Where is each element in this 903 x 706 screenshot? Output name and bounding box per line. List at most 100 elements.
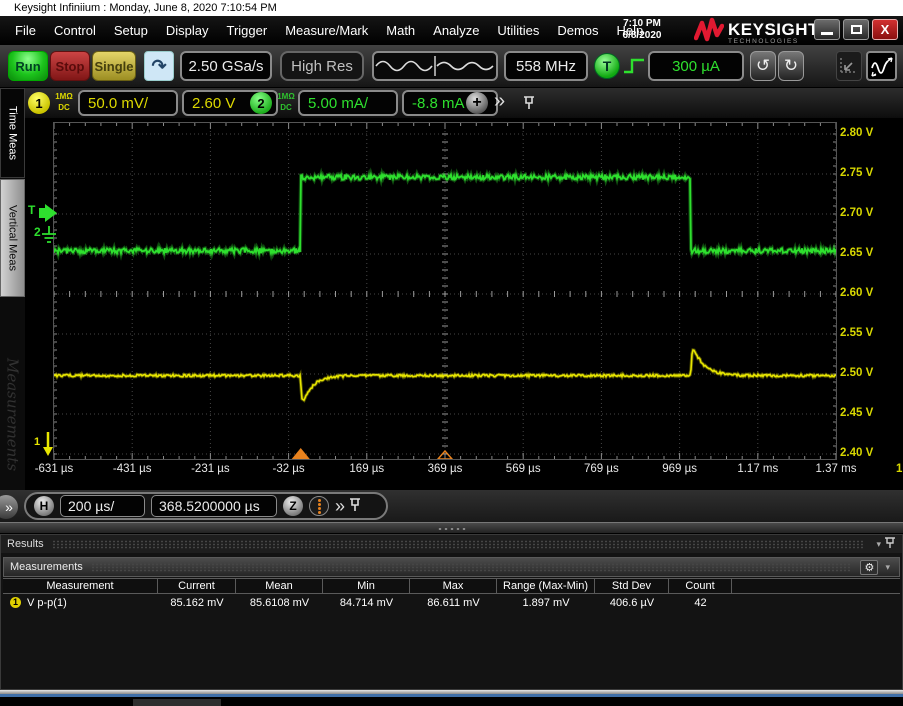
window-titlebar[interactable]: Keysight Infiniium : Monday, June 8, 202…: [0, 0, 903, 16]
svg-text:T: T: [28, 203, 36, 217]
brand-name: KEYSIGHT: [728, 19, 819, 39]
results-title: Results: [7, 538, 44, 550]
col-stddev[interactable]: Std Dev: [595, 579, 669, 593]
table-header-row: Measurement Current Mean Min Max Range (…: [3, 578, 900, 594]
touch-mode-button[interactable]: ↷: [144, 51, 174, 81]
voltage-tick-label: 2.60 V: [840, 286, 874, 299]
left-sidebar: Time Meas Vertical Meas Measurements: [0, 88, 25, 522]
window-title: Keysight Infiniium : Monday, June 8, 202…: [14, 2, 277, 14]
col-count[interactable]: Count: [669, 579, 732, 593]
pin-horizontal-icon[interactable]: [348, 495, 362, 518]
trigger-badge[interactable]: T: [594, 53, 620, 79]
count-value-cell: 42: [694, 596, 707, 609]
horizontal-badge[interactable]: H: [34, 496, 54, 516]
time-tick-label: -231 µs: [191, 463, 230, 475]
ch1-ground-marker[interactable]: 1: [33, 430, 59, 463]
stop-button[interactable]: Stop: [50, 51, 90, 81]
add-waveform-button[interactable]: +: [466, 92, 488, 114]
expand-toolbar-button[interactable]: »: [0, 495, 18, 519]
current-value-cell: 85.162 mV: [170, 596, 224, 609]
zoom-badge[interactable]: Z: [283, 496, 303, 516]
trigger-level-display[interactable]: 300 µA: [648, 51, 744, 81]
col-mean[interactable]: Mean: [236, 579, 323, 593]
maximize-button[interactable]: [843, 19, 869, 40]
measurements-caret-icon[interactable]: ▾: [885, 562, 890, 573]
acquisition-mode-button[interactable]: High Res: [280, 51, 364, 81]
acquisition-toolbar: Run Stop Single ↷ 2.50 GSa/s High Res 55…: [0, 45, 903, 88]
channel-2-coupling[interactable]: 1MΩ DC: [274, 91, 298, 113]
col-max[interactable]: Max: [410, 579, 497, 593]
menu-item-math[interactable]: Math: [377, 23, 424, 38]
range-value-cell: 1.897 mV: [522, 596, 570, 609]
marker-dots-button[interactable]: [309, 496, 329, 516]
scope-plot[interactable]: [52, 122, 838, 460]
time-tick-label: -431 µs: [112, 463, 152, 475]
menu-item-trigger[interactable]: Trigger: [217, 23, 276, 38]
voltage-tick-label: 2.65 V: [840, 246, 874, 259]
menu-bar: File Control Setup Display Trigger Measu…: [0, 16, 903, 45]
time-tick-label: 1.37 ms: [815, 463, 857, 475]
ch2-trigger-level-marker[interactable]: T 2: [27, 200, 59, 257]
menu-item-file[interactable]: File: [6, 23, 45, 38]
results-caret-icon[interactable]: ▾: [876, 539, 881, 550]
zoom-region-button[interactable]: [836, 51, 862, 81]
channel-1-scale-display[interactable]: 50.0 mV/: [78, 90, 178, 116]
menu-item-measure-mark[interactable]: Measure/Mark: [276, 23, 377, 38]
pin-toolbar-icon[interactable]: [522, 94, 536, 117]
frequency-counter-display[interactable]: 558 MHz: [504, 51, 588, 81]
redo-icon: ↻: [783, 56, 799, 75]
single-button[interactable]: Single: [92, 51, 136, 81]
measurements-header[interactable]: Measurements ⚙ ▾: [3, 557, 900, 577]
taskbar-button[interactable]: [133, 699, 221, 706]
maximize-icon: [850, 25, 862, 34]
results-header[interactable]: Results ▾: [1, 535, 902, 553]
run-button[interactable]: Run: [8, 51, 48, 81]
tab-vertical-meas[interactable]: Vertical Meas: [0, 179, 25, 297]
close-icon: X: [880, 22, 890, 37]
horizontal-position-display[interactable]: 368.5200000 µs: [151, 495, 277, 517]
channel-1-coupling[interactable]: 1MΩ DC: [52, 91, 76, 113]
table-row[interactable]: 1 V p-p(1) 85.162 mV 85.6108 mV 84.714 m…: [3, 594, 900, 611]
menu-item-analyze[interactable]: Analyze: [424, 23, 488, 38]
col-measurement[interactable]: Measurement: [3, 579, 158, 593]
pin-results-icon[interactable]: [884, 535, 896, 553]
undo-button[interactable]: ↺: [750, 51, 776, 81]
minimize-button[interactable]: [814, 19, 840, 40]
menu-item-demos[interactable]: Demos: [548, 23, 607, 38]
trigger-edge-icon[interactable]: [622, 53, 646, 79]
menu-item-display[interactable]: Display: [157, 23, 218, 38]
close-button[interactable]: X: [872, 19, 898, 40]
clock-display[interactable]: 7:10 PM 6/8/2020: [603, 18, 681, 42]
panel-splitter[interactable]: [0, 522, 903, 534]
measurements-table: Measurement Current Mean Min Max Range (…: [3, 578, 900, 611]
channel-2-badge[interactable]: 2: [250, 92, 272, 114]
measurements-settings-button[interactable]: ⚙: [860, 559, 879, 575]
tab-time-meas[interactable]: Time Meas: [0, 88, 25, 178]
voltage-tick-label: 2.45 V: [840, 406, 874, 419]
channel-1-marker-icon: 1: [10, 597, 21, 608]
channel-1-badge[interactable]: 1: [28, 92, 50, 114]
more-horizontal-chevron[interactable]: »: [335, 496, 345, 517]
voltage-tick-label: 2.50 V: [840, 366, 874, 379]
channel-bar: 1 1MΩ DC 50.0 mV/ 2.60 V 2 1MΩ DC 5.00 m…: [0, 88, 903, 118]
col-min[interactable]: Min: [323, 579, 410, 593]
measurements-title: Measurements: [10, 561, 83, 573]
more-channels-chevron[interactable]: »: [494, 90, 505, 113]
undo-icon: ↺: [755, 56, 771, 75]
voltage-tick-label: 2.80 V: [840, 126, 874, 139]
timebase-display[interactable]: 200 µs/: [60, 495, 145, 517]
waveform-scale-button[interactable]: [866, 51, 897, 81]
waveform-preview-icon[interactable]: [372, 51, 498, 81]
measurements-texture: [90, 562, 853, 572]
time-tick-label: 769 µs: [584, 463, 619, 475]
col-range[interactable]: Range (Max-Min): [497, 579, 595, 593]
splitter-grip-icon: [437, 527, 467, 531]
menu-item-control[interactable]: Control: [45, 23, 105, 38]
infiniium-app-window: Keysight Infiniium : Monday, June 8, 202…: [0, 0, 903, 706]
sample-rate-display[interactable]: 2.50 GSa/s: [180, 51, 272, 81]
redo-button[interactable]: ↻: [778, 51, 804, 81]
col-current[interactable]: Current: [158, 579, 236, 593]
menu-item-setup[interactable]: Setup: [105, 23, 157, 38]
channel-2-scale-display[interactable]: 5.00 mA/: [298, 90, 398, 116]
menu-item-utilities[interactable]: Utilities: [488, 23, 548, 38]
